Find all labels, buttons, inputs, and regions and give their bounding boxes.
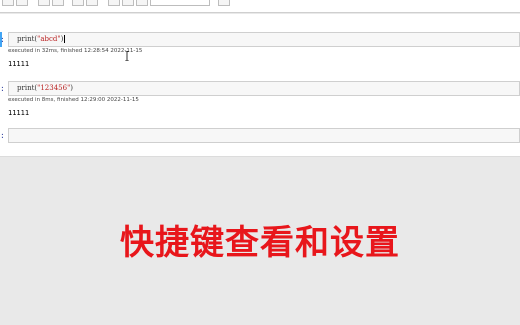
notebook-area: : print("abcd") executed in 32ms, finish…	[0, 14, 520, 157]
execution-info: executed in 32ms, finished 12:28:54 2022…	[8, 48, 143, 54]
code-text: print("123456")	[17, 84, 74, 92]
code-cell[interactable]: : print("123456") executed in 8ms, finis…	[0, 81, 520, 129]
fast-forward-icon[interactable]	[86, 0, 98, 6]
arrow-up-icon[interactable]	[38, 0, 50, 6]
cell-prompt: :	[0, 131, 5, 140]
save-icon[interactable]	[2, 0, 14, 6]
code-input[interactable]	[8, 128, 520, 143]
execution-info: executed in 8ms, finished 12:29:00 2022-…	[8, 97, 139, 103]
code-text: print("abcd")	[17, 35, 66, 43]
cell-prompt: :	[0, 35, 5, 44]
code-cell[interactable]: : print("abcd") executed in 32ms, finish…	[0, 32, 520, 82]
arrow-down-icon[interactable]	[52, 0, 64, 6]
text-cursor	[64, 35, 66, 43]
run-icon[interactable]	[72, 0, 84, 6]
cell-prompt: :	[0, 84, 5, 93]
add-cell-icon[interactable]	[16, 0, 28, 6]
code-input[interactable]: print("abcd")	[8, 32, 520, 47]
stop-icon[interactable]	[108, 0, 120, 6]
text-select-cursor-icon	[125, 51, 129, 61]
restart-icon[interactable]	[122, 0, 134, 6]
notebook-toolbar	[0, 0, 520, 13]
caption-title: 快捷键查看和设置	[120, 223, 400, 263]
restart-run-icon[interactable]	[136, 0, 148, 6]
code-cell[interactable]: :	[0, 128, 520, 144]
code-input[interactable]: print("123456")	[8, 81, 520, 96]
cell-output: 11111	[8, 60, 30, 68]
cell-output: 11111	[8, 109, 30, 117]
cell-type-select[interactable]	[150, 0, 210, 6]
keyboard-icon[interactable]	[218, 0, 230, 6]
